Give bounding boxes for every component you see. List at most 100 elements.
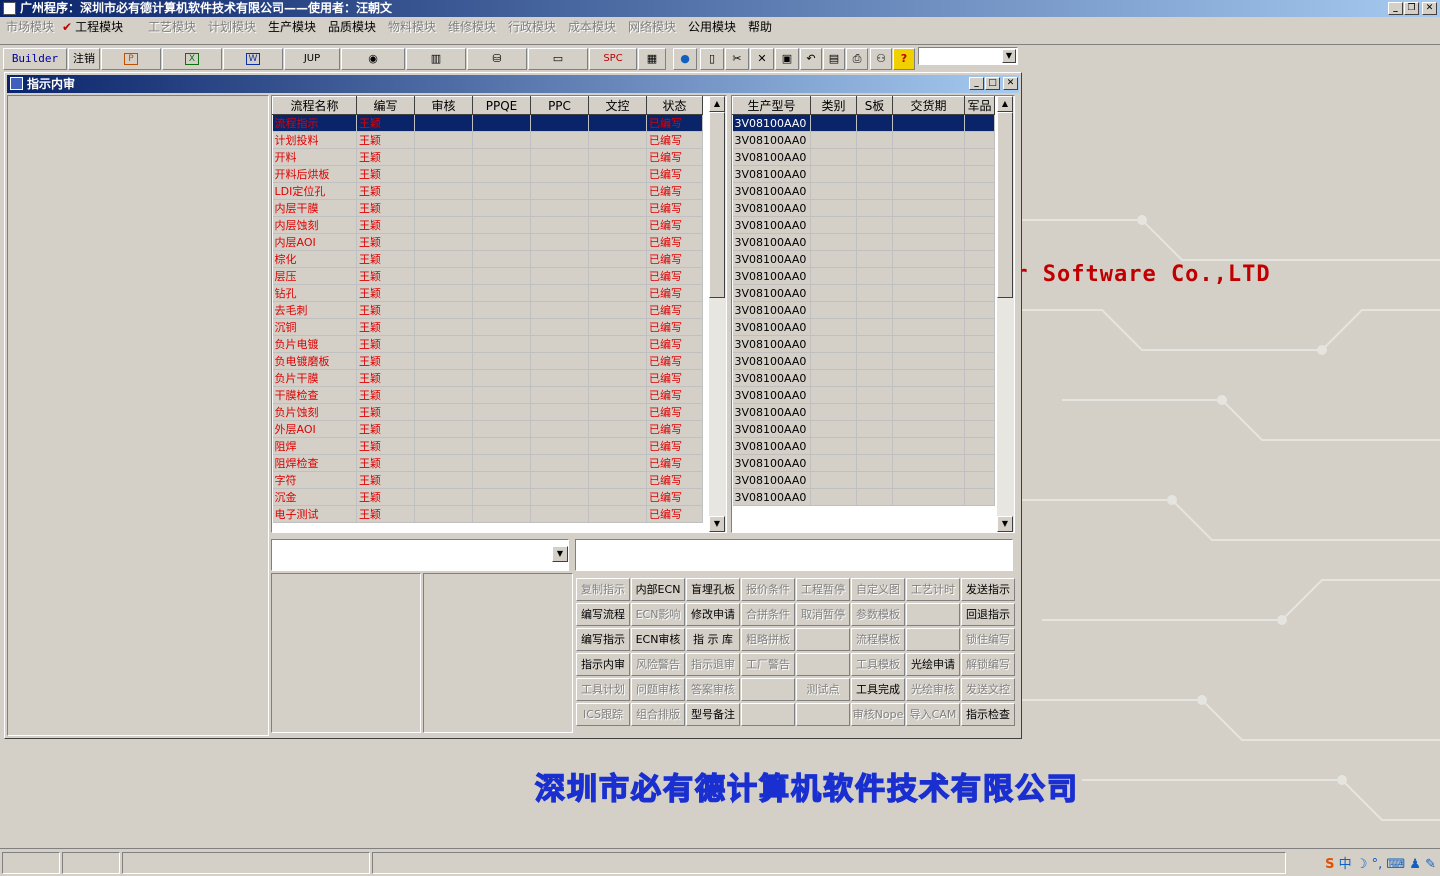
action-button[interactable]: 组合排版 xyxy=(631,703,685,726)
table-cell[interactable] xyxy=(892,318,965,336)
action-button[interactable]: 内部ECN xyxy=(631,578,685,601)
table-row[interactable]: 3V08100AA0 xyxy=(732,114,995,132)
network-button[interactable]: ⛁ xyxy=(467,48,527,70)
table-cell[interactable] xyxy=(530,386,589,404)
table-cell[interactable]: 王颖 xyxy=(356,216,415,234)
table-cell[interactable]: 王颖 xyxy=(356,250,415,268)
table-cell[interactable]: 已编写 xyxy=(646,471,703,489)
table-cell[interactable]: 阻焊 xyxy=(272,437,357,455)
table-cell[interactable]: 王颖 xyxy=(356,403,415,421)
action-button[interactable]: 锁住编写 xyxy=(961,628,1015,651)
table-cell[interactable] xyxy=(964,165,995,183)
browser-button[interactable]: ● xyxy=(673,48,697,70)
table-cell[interactable]: 层压 xyxy=(272,267,357,285)
table-cell[interactable] xyxy=(892,454,965,472)
table-cell[interactable]: 王颖 xyxy=(356,454,415,472)
table-cell[interactable] xyxy=(414,131,473,149)
menu-item-10[interactable]: 网络模块 xyxy=(628,19,676,35)
table-cell[interactable]: 王颖 xyxy=(356,352,415,370)
table-row[interactable]: 内层蚀刻 王颖 已编写 xyxy=(272,216,703,234)
table-row[interactable]: 负电镀磨板 王颖 已编写 xyxy=(272,352,703,370)
sogou-icon[interactable]: S xyxy=(1325,857,1334,872)
action-button[interactable]: 工艺计时 xyxy=(906,578,960,601)
table-cell[interactable] xyxy=(810,386,857,404)
print-button[interactable]: ⎙ xyxy=(846,48,868,70)
table-cell[interactable] xyxy=(530,369,589,387)
table-cell[interactable] xyxy=(414,233,473,251)
table-cell[interactable] xyxy=(414,199,473,217)
table-cell[interactable]: 3V08100AA0 xyxy=(732,488,811,506)
table-cell[interactable] xyxy=(472,233,531,251)
table-cell[interactable]: 已编写 xyxy=(646,301,703,319)
table-row[interactable]: 负片干膜 王颖 已编写 xyxy=(272,369,703,387)
table-cell[interactable] xyxy=(414,301,473,319)
action-button[interactable]: 审核Nope xyxy=(851,703,905,726)
process-column-header[interactable]: 流程名称 xyxy=(272,96,357,115)
undo-button[interactable]: ↶ xyxy=(800,48,822,70)
table-cell[interactable]: 已编写 xyxy=(646,420,703,438)
table-cell[interactable] xyxy=(892,233,965,251)
table-cell[interactable]: 已编写 xyxy=(646,233,703,251)
table-row[interactable]: 棕化 王颖 已编写 xyxy=(272,250,703,268)
action-button[interactable]: 编写流程 xyxy=(576,603,630,626)
table-cell[interactable]: 3V08100AA0 xyxy=(732,454,811,472)
table-cell[interactable]: 开料后烘板 xyxy=(272,165,357,183)
table-cell[interactable]: 已编写 xyxy=(646,284,703,302)
table-row[interactable]: 层压 王颖 已编写 xyxy=(272,267,703,285)
table-row[interactable]: 阻焊检查 王颖 已编写 xyxy=(272,454,703,472)
table-cell[interactable] xyxy=(892,199,965,217)
table-cell[interactable] xyxy=(856,233,893,251)
action-button[interactable]: 盲埋孔板 xyxy=(686,578,740,601)
table-cell[interactable]: 王颖 xyxy=(356,437,415,455)
table-cell[interactable]: 王颖 xyxy=(356,471,415,489)
action-button[interactable] xyxy=(741,703,795,726)
action-button[interactable]: 自定义图 xyxy=(851,578,905,601)
help-button[interactable]: ? xyxy=(893,48,915,70)
table-cell[interactable] xyxy=(472,335,531,353)
table-cell[interactable] xyxy=(810,114,857,132)
table-cell[interactable] xyxy=(530,471,589,489)
table-row[interactable]: 3V08100AA0 xyxy=(732,182,995,200)
table-cell[interactable] xyxy=(964,114,995,132)
table-row[interactable]: 3V08100AA0 xyxy=(732,131,995,149)
table-row[interactable]: 3V08100AA0 xyxy=(732,352,995,370)
table-row[interactable]: 3V08100AA0 xyxy=(732,216,995,234)
table-row[interactable]: 3V08100AA0 xyxy=(732,386,995,404)
table-cell[interactable] xyxy=(964,471,995,489)
table-cell[interactable] xyxy=(588,369,647,387)
table-cell[interactable]: 已编写 xyxy=(646,488,703,506)
table-cell[interactable] xyxy=(530,301,589,319)
product-grid-scrollbar[interactable]: ▲ ▼ xyxy=(997,96,1014,532)
table-cell[interactable]: 王颖 xyxy=(356,182,415,200)
table-cell[interactable] xyxy=(472,454,531,472)
process-grid[interactable]: 流程名称 编写 审核 PPQE PPC 文控 状态 流程指示 王颖 已编写 计划投料 王颖 已编写 开料… xyxy=(271,95,727,533)
table-cell[interactable]: 干膜检查 xyxy=(272,386,357,404)
table-cell[interactable] xyxy=(530,267,589,285)
table-cell[interactable]: 3V08100AA0 xyxy=(732,182,811,200)
computer-button[interactable]: ▭ xyxy=(528,48,588,70)
table-cell[interactable]: 王颖 xyxy=(356,199,415,217)
table-cell[interactable] xyxy=(856,386,893,404)
table-cell[interactable] xyxy=(856,318,893,336)
database-button[interactable]: ▥ xyxy=(406,48,466,70)
table-cell[interactable]: 已编写 xyxy=(646,386,703,404)
table-cell[interactable] xyxy=(810,437,857,455)
table-cell[interactable] xyxy=(810,165,857,183)
table-cell[interactable] xyxy=(414,386,473,404)
table-cell[interactable] xyxy=(964,335,995,353)
left-tree-pane[interactable] xyxy=(7,95,269,736)
table-cell[interactable] xyxy=(414,267,473,285)
table-cell[interactable] xyxy=(892,420,965,438)
table-cell[interactable]: 3V08100AA0 xyxy=(732,301,811,319)
minimize-button[interactable]: _ xyxy=(1388,2,1403,15)
table-cell[interactable] xyxy=(964,454,995,472)
table-cell[interactable] xyxy=(530,148,589,166)
table-cell[interactable] xyxy=(414,182,473,200)
action-button[interactable]: 编写指示 xyxy=(576,628,630,651)
table-row[interactable]: 计划投料 王颖 已编写 xyxy=(272,131,703,149)
table-cell[interactable]: 王颖 xyxy=(356,165,415,183)
table-cell[interactable]: 王颖 xyxy=(356,488,415,506)
word-button[interactable]: W xyxy=(223,48,283,70)
delete-button[interactable]: ✕ xyxy=(750,48,774,70)
table-cell[interactable]: 王颖 xyxy=(356,114,415,132)
